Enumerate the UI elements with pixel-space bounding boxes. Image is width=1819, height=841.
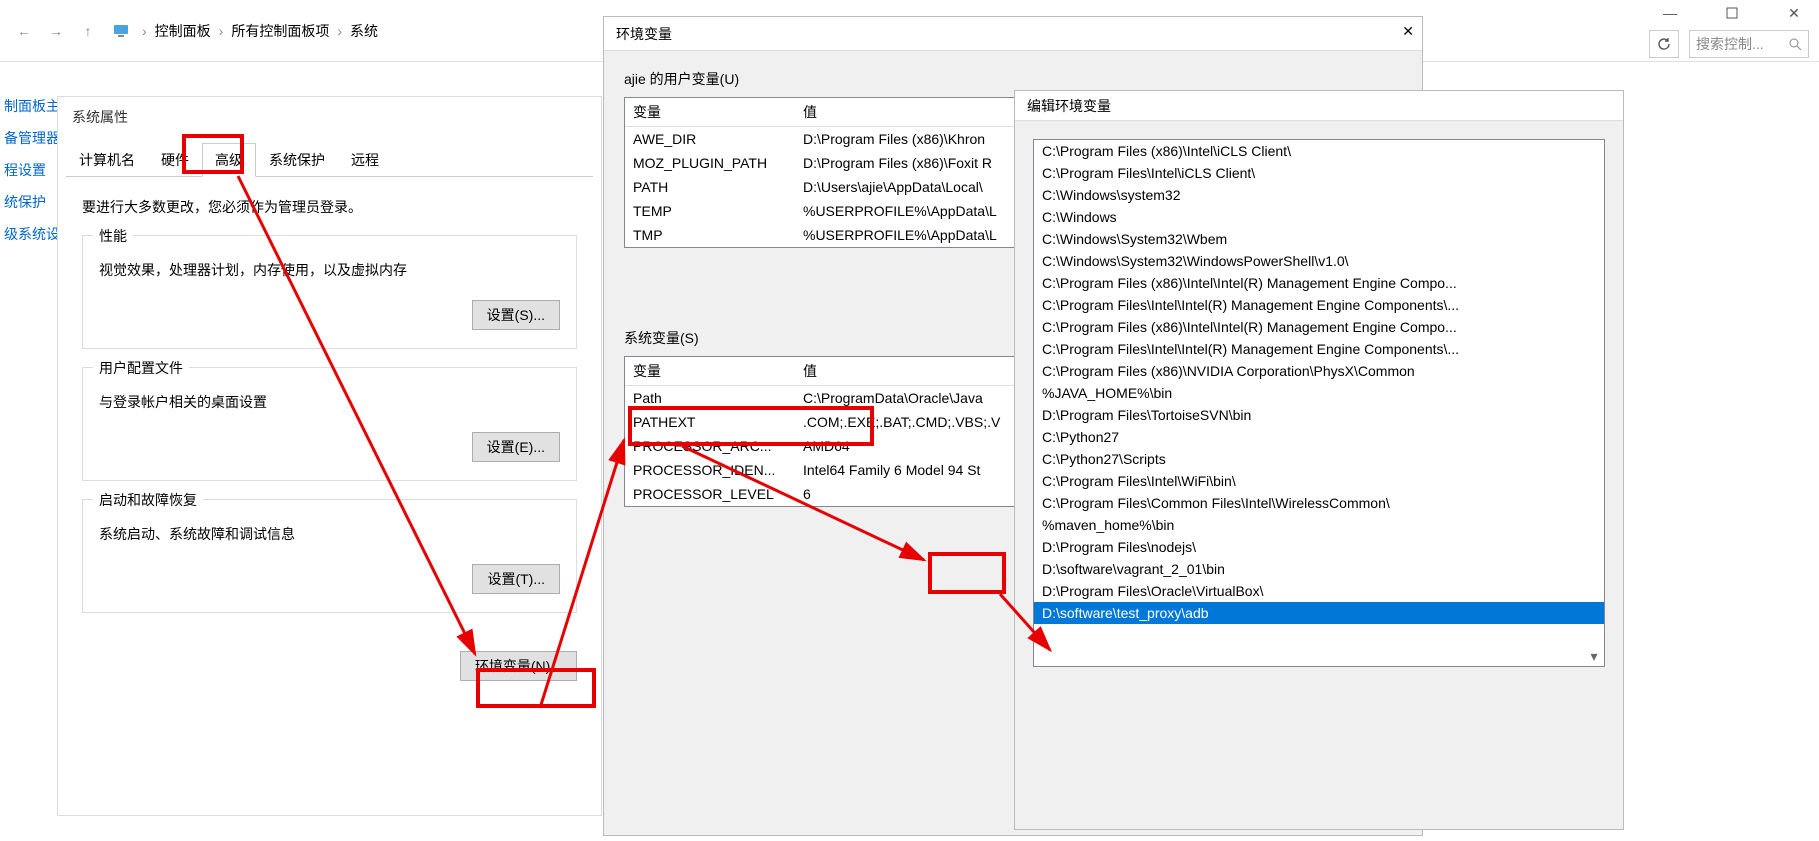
dialog-titlebar: 环境变量 ✕: [604, 17, 1422, 51]
column-header-var[interactable]: 变量: [625, 357, 795, 385]
var-name: TEMP: [625, 199, 795, 223]
tab-4[interactable]: 远程: [338, 143, 392, 177]
computer-icon: [112, 22, 130, 40]
breadcrumb-item[interactable]: 控制面板: [153, 21, 213, 41]
path-item[interactable]: C:\Program Files (x86)\Intel\Intel(R) Ma…: [1034, 316, 1604, 338]
sidebar-item[interactable]: 备管理器: [0, 122, 56, 154]
path-item[interactable]: C:\Program Files\Intel\iCLS Client\: [1034, 162, 1604, 184]
left-sidebar: 制面板主 备管理器 程设置 统保护 级系统设: [0, 90, 56, 250]
breadcrumb-item[interactable]: 系统: [348, 21, 380, 41]
path-item[interactable]: C:\Program Files\Intel\WiFi\bin\: [1034, 470, 1604, 492]
path-item[interactable]: C:\Windows\System32\Wbem: [1034, 228, 1604, 250]
path-item[interactable]: C:\Program Files (x86)\NVIDIA Corporatio…: [1034, 360, 1604, 382]
dialog-title: 环境变量: [616, 24, 672, 44]
path-item[interactable]: C:\Program Files (x86)\Intel\Intel(R) Ma…: [1034, 272, 1604, 294]
path-item[interactable]: C:\Windows: [1034, 206, 1604, 228]
system-properties-dialog: 系统属性 计算机名硬件高级系统保护远程 要进行大多数更改，您必须作为管理员登录。…: [57, 96, 602, 816]
chevron-right-icon: ›: [136, 23, 153, 39]
path-list[interactable]: C:\Program Files (x86)\Intel\iCLS Client…: [1033, 139, 1605, 667]
search-icon: [1788, 37, 1802, 51]
tab-2[interactable]: 高级: [202, 143, 256, 177]
settings-button[interactable]: 设置(E)...: [472, 432, 560, 462]
breadcrumb-item[interactable]: 所有控制面板项: [229, 21, 331, 41]
close-icon[interactable]: ✕: [1402, 23, 1414, 40]
env-vars-button[interactable]: 环境变量(N)...: [460, 651, 577, 681]
path-item[interactable]: C:\Python27: [1034, 426, 1604, 448]
tab-1[interactable]: 硬件: [148, 143, 202, 177]
settings-button[interactable]: 设置(T)...: [472, 564, 560, 594]
path-item[interactable]: D:\software\vagrant_2_01\bin: [1034, 558, 1604, 580]
group-0: 性能视觉效果，处理器计划，内存使用，以及虚拟内存设置(S)...: [82, 235, 577, 349]
path-item[interactable]: C:\Program Files\Intel\Intel(R) Manageme…: [1034, 294, 1604, 316]
group-1: 用户配置文件与登录帐户相关的桌面设置设置(E)...: [82, 367, 577, 481]
path-item[interactable]: C:\Program Files\Common Files\Intel\Wire…: [1034, 492, 1604, 514]
var-name: TMP: [625, 223, 795, 247]
path-item[interactable]: D:\Program Files\Oracle\VirtualBox\: [1034, 580, 1604, 602]
maximize-button[interactable]: [1711, 0, 1753, 26]
path-item[interactable]: C:\Windows\system32: [1034, 184, 1604, 206]
var-name: PROCESSOR_ARC...: [625, 434, 795, 458]
var-name: PATH: [625, 175, 795, 199]
dialog-title: 编辑环境变量: [1015, 91, 1623, 121]
var-name: PROCESSOR_LEVEL: [625, 482, 795, 506]
var-name: AWE_DIR: [625, 127, 795, 151]
back-button[interactable]: ←: [12, 19, 36, 43]
search-input[interactable]: 搜索控制...: [1689, 30, 1809, 58]
group-title: 性能: [93, 226, 133, 246]
path-item[interactable]: C:\Windows\System32\WindowsPowerShell\v1…: [1034, 250, 1604, 272]
group-title: 启动和故障恢复: [93, 490, 203, 510]
chevron-right-icon: ›: [331, 23, 348, 39]
path-item[interactable]: %maven_home%\bin: [1034, 514, 1604, 536]
refresh-button[interactable]: [1649, 30, 1679, 58]
path-item[interactable]: %JAVA_HOME%\bin: [1034, 382, 1604, 404]
group-desc: 与登录帐户相关的桌面设置: [99, 392, 560, 412]
scroll-down-icon[interactable]: ▾: [1586, 648, 1602, 664]
var-name: MOZ_PLUGIN_PATH: [625, 151, 795, 175]
group-title: 用户配置文件: [93, 358, 189, 378]
group-desc: 视觉效果，处理器计划，内存使用，以及虚拟内存: [99, 260, 560, 280]
path-item[interactable]: D:\Program Files\nodejs\: [1034, 536, 1604, 558]
sidebar-item[interactable]: 级系统设: [0, 218, 56, 250]
var-name: PATHEXT: [625, 410, 795, 434]
var-name: Path: [625, 386, 795, 410]
edit-env-var-dialog: 编辑环境变量 C:\Program Files (x86)\Intel\iCLS…: [1014, 90, 1624, 830]
forward-button[interactable]: →: [44, 19, 68, 43]
chevron-right-icon: ›: [213, 23, 230, 39]
path-item[interactable]: C:\Program Files\Intel\Intel(R) Manageme…: [1034, 338, 1604, 360]
tab-3[interactable]: 系统保护: [256, 143, 338, 177]
group-2: 启动和故障恢复系统启动、系统故障和调试信息设置(T)...: [82, 499, 577, 613]
sidebar-item[interactable]: 统保护: [0, 186, 56, 218]
path-item[interactable]: C:\Program Files (x86)\Intel\iCLS Client…: [1034, 140, 1604, 162]
group-desc: 系统启动、系统故障和调试信息: [99, 524, 560, 544]
sidebar-item[interactable]: 制面板主: [0, 90, 56, 122]
minimize-button[interactable]: —: [1649, 0, 1691, 26]
close-button[interactable]: ✕: [1773, 0, 1815, 26]
path-item[interactable]: C:\Python27\Scripts: [1034, 448, 1604, 470]
path-item[interactable]: D:\Program Files\TortoiseSVN\bin: [1034, 404, 1604, 426]
tab-0[interactable]: 计算机名: [66, 143, 148, 177]
path-item[interactable]: D:\software\test_proxy\adb: [1034, 602, 1604, 624]
settings-button[interactable]: 设置(S)...: [472, 300, 560, 330]
search-placeholder: 搜索控制...: [1696, 34, 1764, 54]
admin-info-text: 要进行大多数更改，您必须作为管理员登录。: [82, 197, 577, 217]
tab-bar: 计算机名硬件高级系统保护远程: [66, 143, 593, 177]
up-button[interactable]: ↑: [76, 19, 100, 43]
var-name: PROCESSOR_IDEN...: [625, 458, 795, 482]
dialog-title: 系统属性: [58, 97, 601, 137]
column-header-var[interactable]: 变量: [625, 98, 795, 126]
sidebar-item[interactable]: 程设置: [0, 154, 56, 186]
